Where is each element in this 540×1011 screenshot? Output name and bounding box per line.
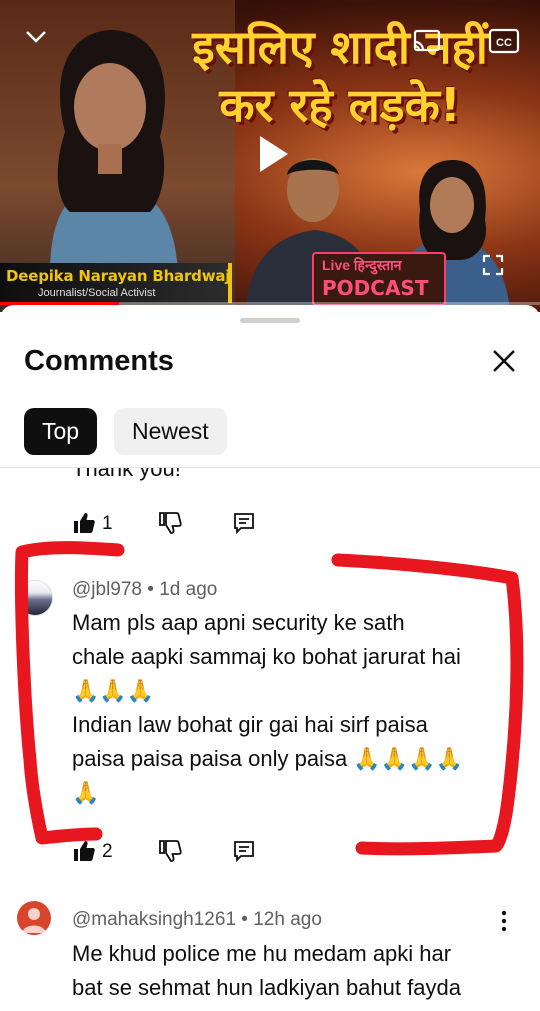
comment-line: Me khud police me hu medam apki har	[72, 941, 452, 966]
comments-sheet: Comments Top Newest Thank you! 1 @jbl978…	[0, 305, 540, 1011]
comment-line: bat se sehmat hun ladkiyan bahut fayda	[72, 975, 461, 1000]
brand-small-text: Live हिन्दुस्तान	[322, 257, 402, 273]
headline-line-2: कर रहे लड़के!	[219, 78, 461, 132]
fullscreen-icon[interactable]	[482, 254, 504, 276]
comment-line: Indian law bohat gir gai hai sirf paisa	[72, 712, 428, 737]
filter-newest-chip[interactable]: Newest	[114, 408, 227, 455]
filter-top-chip[interactable]: Top	[24, 408, 98, 455]
comment-body: Mam pls aap apni security ke sath chale …	[72, 606, 527, 810]
cc-icon[interactable]: CC	[488, 28, 520, 54]
like-count: 2	[102, 841, 113, 862]
avatar[interactable]	[17, 901, 51, 935]
comment-meta: @jbl978 • 1d ago	[72, 579, 217, 601]
video-headline: इसलिए शादी नहीं कर रहे लड़के!	[150, 18, 530, 134]
comment-clipped-text: Thank you!	[0, 468, 540, 490]
comment-author[interactable]: @jbl978	[72, 579, 142, 600]
comment-body: Me khud police me hu medam apki har bat …	[72, 937, 527, 1005]
presenter-name: Deepika Narayan Bhardwaj	[6, 267, 231, 285]
like-count: 1	[102, 513, 113, 534]
drag-handle[interactable]	[240, 318, 300, 323]
cast-icon[interactable]	[412, 28, 442, 56]
play-icon[interactable]	[256, 134, 290, 174]
close-icon[interactable]	[490, 347, 518, 375]
meta-separator: •	[241, 909, 254, 930]
presenter-card: Deepika Narayan Bhardwaj Journalist/Soci…	[0, 263, 232, 303]
meta-separator: •	[147, 579, 160, 600]
reply-icon[interactable]	[232, 839, 256, 863]
reply-icon[interactable]	[232, 511, 256, 535]
brand-big-text: PODCAST	[322, 276, 429, 300]
comments-title: Comments	[24, 345, 174, 377]
avatar[interactable]	[17, 580, 53, 616]
podcast-logo: Live हिन्दुस्तान PODCAST	[312, 252, 446, 306]
like-icon[interactable]	[72, 511, 96, 535]
svg-text:CC: CC	[496, 37, 512, 49]
presenter-role: Journalist/Social Activist	[38, 287, 156, 299]
comment-line: 🙏🙏🙏	[72, 678, 155, 703]
comment-meta: @mahaksingh1261 • 12h ago	[72, 909, 322, 931]
comment-age: 12h ago	[253, 909, 322, 930]
comment-line: paisa paisa paisa only paisa 🙏🙏🙏🙏	[72, 746, 463, 771]
comment-line: Mam pls aap apni security ke sath	[72, 610, 405, 635]
comment-text: Thank you!	[72, 468, 181, 481]
dislike-icon[interactable]	[158, 839, 182, 863]
comment-line: chale aapki sammaj ko bohat jarurat hai	[72, 644, 461, 669]
comment-line: 🙏	[72, 780, 100, 805]
comment-age: 1d ago	[159, 579, 218, 600]
chevron-down-icon[interactable]	[24, 28, 48, 46]
video-player[interactable]: इसलिए शादी नहीं कर रहे लड़के! Deepika Na…	[0, 0, 540, 312]
default-avatar-icon	[22, 908, 46, 933]
headline-line-1: इसलिए शादी नहीं	[192, 20, 488, 74]
dislike-icon[interactable]	[158, 511, 182, 535]
more-options-icon[interactable]	[492, 909, 516, 933]
comment-author[interactable]: @mahaksingh1261	[72, 909, 236, 930]
like-icon[interactable]	[72, 839, 96, 863]
